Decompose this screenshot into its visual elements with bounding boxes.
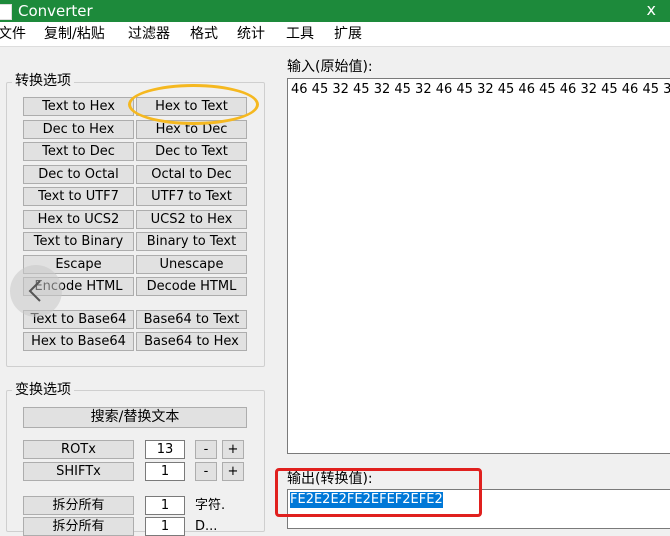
base64-to-hex-button[interactable]: Base64 to Hex	[136, 332, 247, 351]
hex-to-text-button[interactable]: Hex to Text	[136, 97, 247, 116]
decode-html-button[interactable]: Decode HTML	[136, 277, 247, 296]
back-navigation-button[interactable]	[10, 265, 62, 317]
hex-to-ucs2-button[interactable]: Hex to UCS2	[23, 210, 134, 229]
text-to-hex-button[interactable]: Text to Hex	[23, 97, 134, 116]
app-icon	[0, 4, 12, 20]
output-label: 输出(转换值):	[287, 471, 373, 487]
close-icon[interactable]: x	[647, 0, 656, 20]
input-label: 输入(原始值):	[287, 59, 373, 75]
unescape-button[interactable]: Unescape	[136, 255, 247, 274]
dec-to-text-button[interactable]: Dec to Text	[136, 142, 247, 161]
split-button[interactable]: 拆分所有	[23, 496, 134, 515]
menu-extensions[interactable]: 扩展	[334, 25, 362, 43]
rot-minus-button[interactable]: -	[195, 440, 217, 459]
output-text: FE2E2E2FE2EFEF2EFE2	[290, 492, 443, 508]
split-button-2[interactable]: 拆分所有	[23, 517, 134, 536]
menu-filters[interactable]: 过滤器	[128, 25, 170, 43]
ucs2-to-hex-button[interactable]: UCS2 to Hex	[136, 210, 247, 229]
menu-stats[interactable]: 统计	[237, 25, 265, 43]
split-value-input-2[interactable]: 1	[145, 517, 185, 536]
menu-bar: 文件 复制/粘贴 过滤器 格式 统计 工具 扩展	[0, 22, 670, 47]
dec-to-octal-button[interactable]: Dec to Octal	[23, 165, 134, 184]
dec-to-hex-button[interactable]: Dec to Hex	[23, 120, 134, 139]
menu-copy-paste[interactable]: 复制/粘贴	[44, 25, 105, 43]
rot-value-input[interactable]: 13	[145, 440, 185, 459]
input-text: 46 45 32 45 32 45 32 46 45 32 45 46 45 4…	[291, 82, 670, 97]
utf7-to-text-button[interactable]: UTF7 to Text	[136, 187, 247, 206]
shift-button[interactable]: SHIFTx	[23, 462, 134, 481]
base64-to-text-button[interactable]: Base64 to Text	[136, 310, 247, 329]
binary-to-text-button[interactable]: Binary to Text	[136, 232, 247, 251]
convert-options-title: 转换选项	[12, 73, 74, 89]
text-to-dec-button[interactable]: Text to Dec	[23, 142, 134, 161]
split-value-input[interactable]: 1	[145, 496, 185, 515]
title-bar: Converter x	[0, 0, 670, 22]
rot-button[interactable]: ROTx	[23, 440, 134, 459]
text-to-utf7-button[interactable]: Text to UTF7	[23, 187, 134, 206]
input-textarea[interactable]: 46 45 32 45 32 45 32 46 45 32 45 46 45 4…	[287, 78, 670, 454]
rot-plus-button[interactable]: +	[222, 440, 244, 459]
text-to-binary-button[interactable]: Text to Binary	[23, 232, 134, 251]
chevron-left-icon	[28, 280, 41, 302]
octal-to-dec-button[interactable]: Octal to Dec	[136, 165, 247, 184]
output-textarea[interactable]: FE2E2E2FE2EFEF2EFE2	[287, 489, 670, 529]
transform-options-title: 变换选项	[12, 382, 74, 398]
search-replace-button[interactable]: 搜索/替换文本	[23, 407, 247, 428]
menu-tools[interactable]: 工具	[286, 25, 314, 43]
shift-plus-button[interactable]: +	[222, 462, 244, 481]
shift-minus-button[interactable]: -	[195, 462, 217, 481]
menu-file[interactable]: 文件	[0, 25, 26, 43]
shift-value-input[interactable]: 1	[145, 462, 185, 481]
menu-format[interactable]: 格式	[190, 25, 218, 43]
split-unit-label-2: D...	[195, 519, 218, 534]
split-unit-label: 字符.	[195, 498, 226, 513]
hex-to-dec-button[interactable]: Hex to Dec	[136, 120, 247, 139]
hex-to-base64-button[interactable]: Hex to Base64	[23, 332, 134, 351]
window-title: Converter	[18, 2, 93, 20]
